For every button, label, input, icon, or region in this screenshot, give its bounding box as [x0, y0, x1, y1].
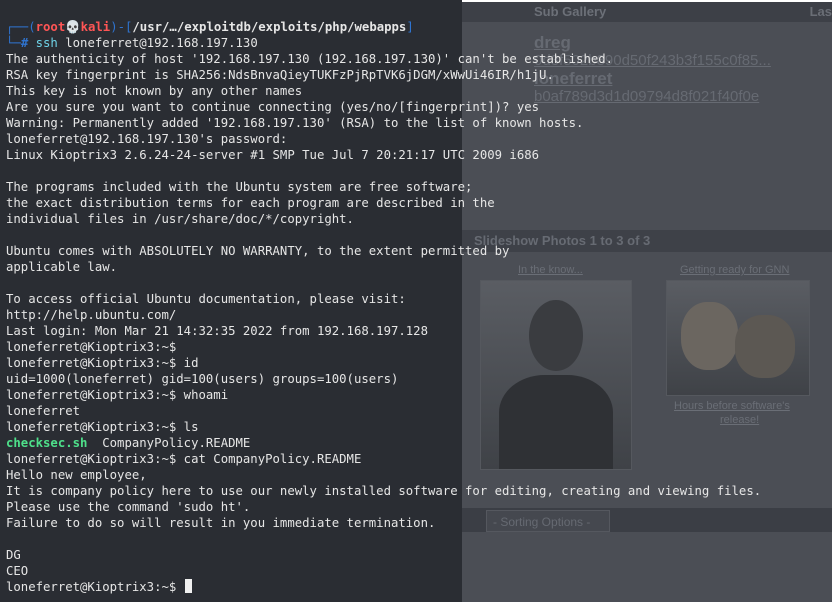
command-args: loneferret@192.168.197.130: [57, 36, 258, 50]
terminal-line: Hello new employee,: [6, 468, 147, 482]
terminal-line: loneferret@Kioptrix3:~$: [6, 340, 177, 354]
terminal-line: Linux Kioptrix3 2.6.24-24-server #1 SMP …: [6, 148, 540, 162]
terminal-line: RSA key fingerprint is SHA256:NdsBnvaQie…: [6, 68, 554, 82]
command-ssh: ssh: [35, 36, 58, 50]
prompt-header: ┌──(root💀kali)-[/usr/…/exploitdb/exploit…: [6, 20, 414, 34]
terminal-line: CEO: [6, 564, 29, 578]
terminal-line: Are you sure you want to continue connec…: [6, 100, 540, 114]
prompt-host: kali: [80, 20, 111, 34]
prompt-hash: #: [20, 36, 29, 50]
ls-executable-file: checksec.sh: [6, 436, 88, 450]
final-prompt: loneferret@Kioptrix3:~$: [6, 580, 184, 594]
terminal-line: loneferret@Kioptrix3:~$ whoami: [6, 388, 229, 402]
terminal-line: Last login: Mon Mar 21 14:32:35 2022 fro…: [6, 324, 428, 338]
terminal-line: Please use the command 'sudo ht'.: [6, 500, 251, 514]
final-prompt-line[interactable]: loneferret@Kioptrix3:~$: [6, 579, 192, 595]
terminal-line: Failure to do so will result in you imme…: [6, 516, 436, 530]
terminal-line: Warning: Permanently added '192.168.197.…: [6, 116, 584, 130]
prompt-command-line: └─# ssh loneferret@192.168.197.130: [6, 36, 258, 50]
prompt-path: /usr/…/exploitdb/exploits/php/webapps: [132, 20, 407, 34]
terminal-line: individual files in /usr/share/doc/*/cop…: [6, 212, 354, 226]
terminal-line: This key is not known by any other names: [6, 84, 303, 98]
terminal-line: The authenticity of host '192.168.197.13…: [6, 52, 614, 66]
terminal-line: loneferret: [6, 404, 81, 418]
terminal[interactable]: ┌──(root💀kali)-[/usr/…/exploitdb/exploit…: [0, 0, 832, 602]
terminal-line: loneferret@Kioptrix3:~$ ls: [6, 420, 199, 434]
terminal-line: The programs included with the Ubuntu sy…: [6, 180, 473, 194]
terminal-line: http://help.ubuntu.com/: [6, 308, 177, 322]
terminal-line: the exact distribution terms for each pr…: [6, 196, 495, 210]
prompt-user: root: [35, 20, 66, 34]
terminal-line: Ubuntu comes with ABSOLUTELY NO WARRANTY…: [6, 244, 510, 258]
cursor: [184, 579, 192, 593]
terminal-line: applicable law.: [6, 260, 118, 274]
ls-output-line: checksec.sh CompanyPolicy.README: [6, 435, 250, 451]
terminal-line: loneferret@Kioptrix3:~$ cat CompanyPolic…: [6, 452, 362, 466]
skull-icon: 💀: [65, 20, 81, 34]
terminal-line: uid=1000(loneferret) gid=100(users) grou…: [6, 372, 399, 386]
terminal-line: loneferret@192.168.197.130's password:: [6, 132, 288, 146]
terminal-line: loneferret@Kioptrix3:~$ id: [6, 356, 199, 370]
terminal-line: DG: [6, 548, 21, 562]
ls-regular-file: CompanyPolicy.README: [87, 436, 251, 450]
terminal-line: It is company policy here to use our new…: [6, 484, 762, 498]
terminal-line: To access official Ubuntu documentation,…: [6, 292, 406, 306]
